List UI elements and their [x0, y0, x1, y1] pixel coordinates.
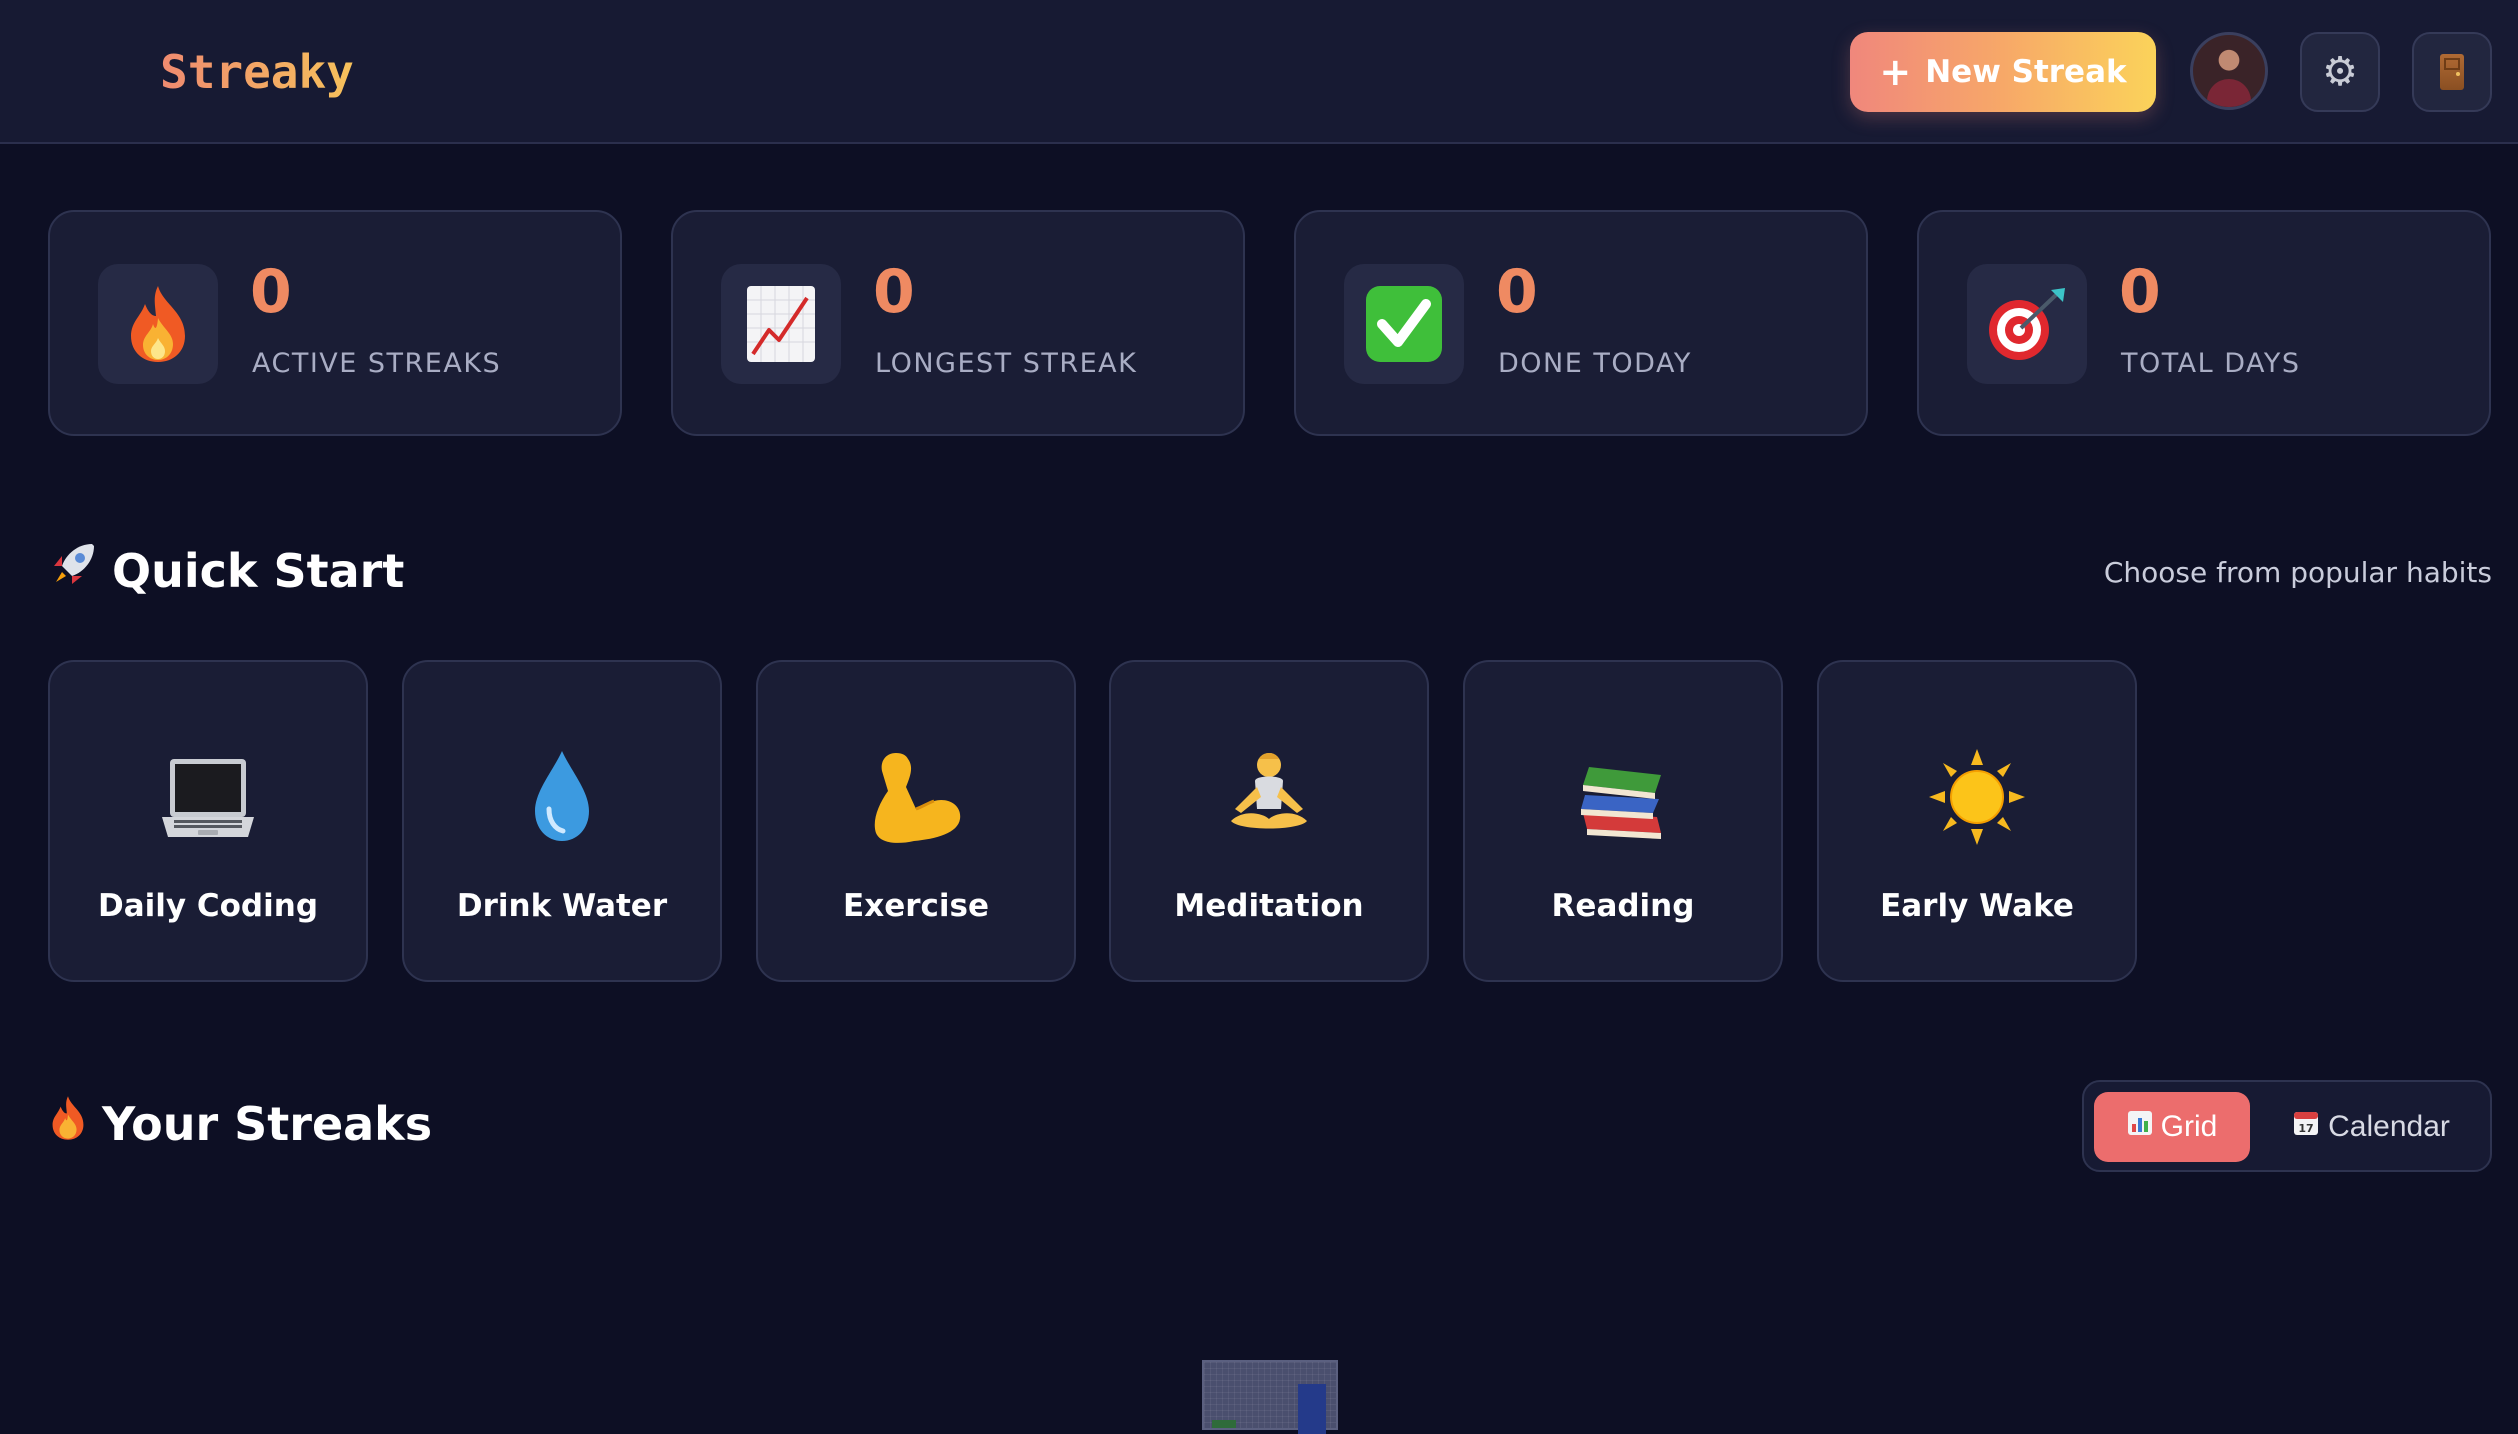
calendar-view-button[interactable]: 17 Calendar: [2260, 1092, 2482, 1162]
illustration-bar: [1298, 1384, 1326, 1434]
quick-start-heading: Quick Start: [48, 540, 404, 601]
longest-streak-value: 0: [873, 257, 915, 327]
gear-icon: ⚙: [2322, 49, 2358, 95]
habit-label: Exercise: [843, 888, 989, 924]
habit-card-meditation[interactable]: Meditation: [1109, 660, 1429, 982]
logout-button[interactable]: [2412, 32, 2492, 112]
habit-card-daily-coding[interactable]: Daily Coding: [48, 660, 368, 982]
stat-card-active-streaks: 0 ACTIVE STREAKS: [48, 210, 622, 436]
longest-streak-label: LONGEST STREAK: [875, 348, 1138, 379]
lotus-position-icon: [1214, 742, 1324, 852]
habit-label: Daily Coding: [97, 888, 319, 924]
total-days-label: TOTAL DAYS: [2121, 348, 2301, 379]
flexed-biceps-icon: [861, 742, 971, 852]
droplet-icon: [507, 742, 617, 852]
svg-text:17: 17: [2298, 1122, 2313, 1135]
habit-card-drink-water[interactable]: Drink Water: [402, 660, 722, 982]
app-header: Streaky + New Streak ⚙: [0, 0, 2518, 144]
your-streaks-heading: Your Streaks: [48, 1094, 432, 1153]
sun-icon: [1922, 742, 2032, 852]
calendar-icon: 17: [2292, 1109, 2320, 1145]
stat-card-longest-streak: 0 LONGEST STREAK: [671, 210, 1245, 436]
quick-start-subtitle: Choose from popular habits: [2103, 556, 2492, 589]
laptop-icon: [153, 742, 263, 852]
books-icon: [1568, 742, 1678, 852]
settings-button[interactable]: ⚙: [2300, 32, 2380, 112]
check-mark-icon: [1344, 264, 1464, 384]
habit-card-exercise[interactable]: Exercise: [756, 660, 1076, 982]
habit-card-early-wake[interactable]: Early Wake: [1817, 660, 2137, 982]
empty-state-illustration: [1202, 1360, 1338, 1434]
app-logo[interactable]: Streaky: [160, 44, 354, 100]
fire-icon: [48, 1094, 88, 1153]
done-today-label: DONE TODAY: [1498, 348, 1692, 379]
your-streaks-title: Your Streaks: [102, 1096, 433, 1151]
quick-start-title: Quick Start: [112, 543, 405, 598]
habit-label: Reading: [1551, 888, 1695, 924]
rocket-icon: [48, 540, 98, 601]
active-streaks-label: ACTIVE STREAKS: [252, 348, 502, 379]
habit-card-reading[interactable]: Reading: [1463, 660, 1783, 982]
grid-view-label: Grid: [2160, 1110, 2218, 1143]
total-days-value: 0: [2119, 257, 2161, 327]
bar-chart-icon: [2127, 1110, 2153, 1144]
habit-label: Drink Water: [456, 888, 668, 924]
stat-card-done-today: 0 DONE TODAY: [1294, 210, 1868, 436]
done-today-value: 0: [1496, 257, 1538, 327]
grid-view-button[interactable]: Grid: [2094, 1092, 2250, 1162]
avatar[interactable]: [2190, 32, 2268, 110]
fire-icon: [98, 264, 218, 384]
plus-icon: +: [1879, 50, 1912, 94]
illustration-leaf: [1212, 1420, 1236, 1428]
chart-increasing-icon: [721, 264, 841, 384]
calendar-view-label: Calendar: [2328, 1110, 2450, 1143]
habit-label: Meditation: [1174, 888, 1364, 924]
view-toggle: Grid 17 Calendar: [2082, 1080, 2492, 1172]
door-icon: [2440, 54, 2464, 90]
new-streak-button[interactable]: + New Streak: [1850, 32, 2156, 112]
active-streaks-value: 0: [250, 257, 292, 327]
target-icon: [1967, 264, 2087, 384]
stat-card-total-days: 0 TOTAL DAYS: [1917, 210, 2491, 436]
habit-label: Early Wake: [1880, 888, 2074, 924]
new-streak-label: New Streak: [1925, 54, 2127, 90]
